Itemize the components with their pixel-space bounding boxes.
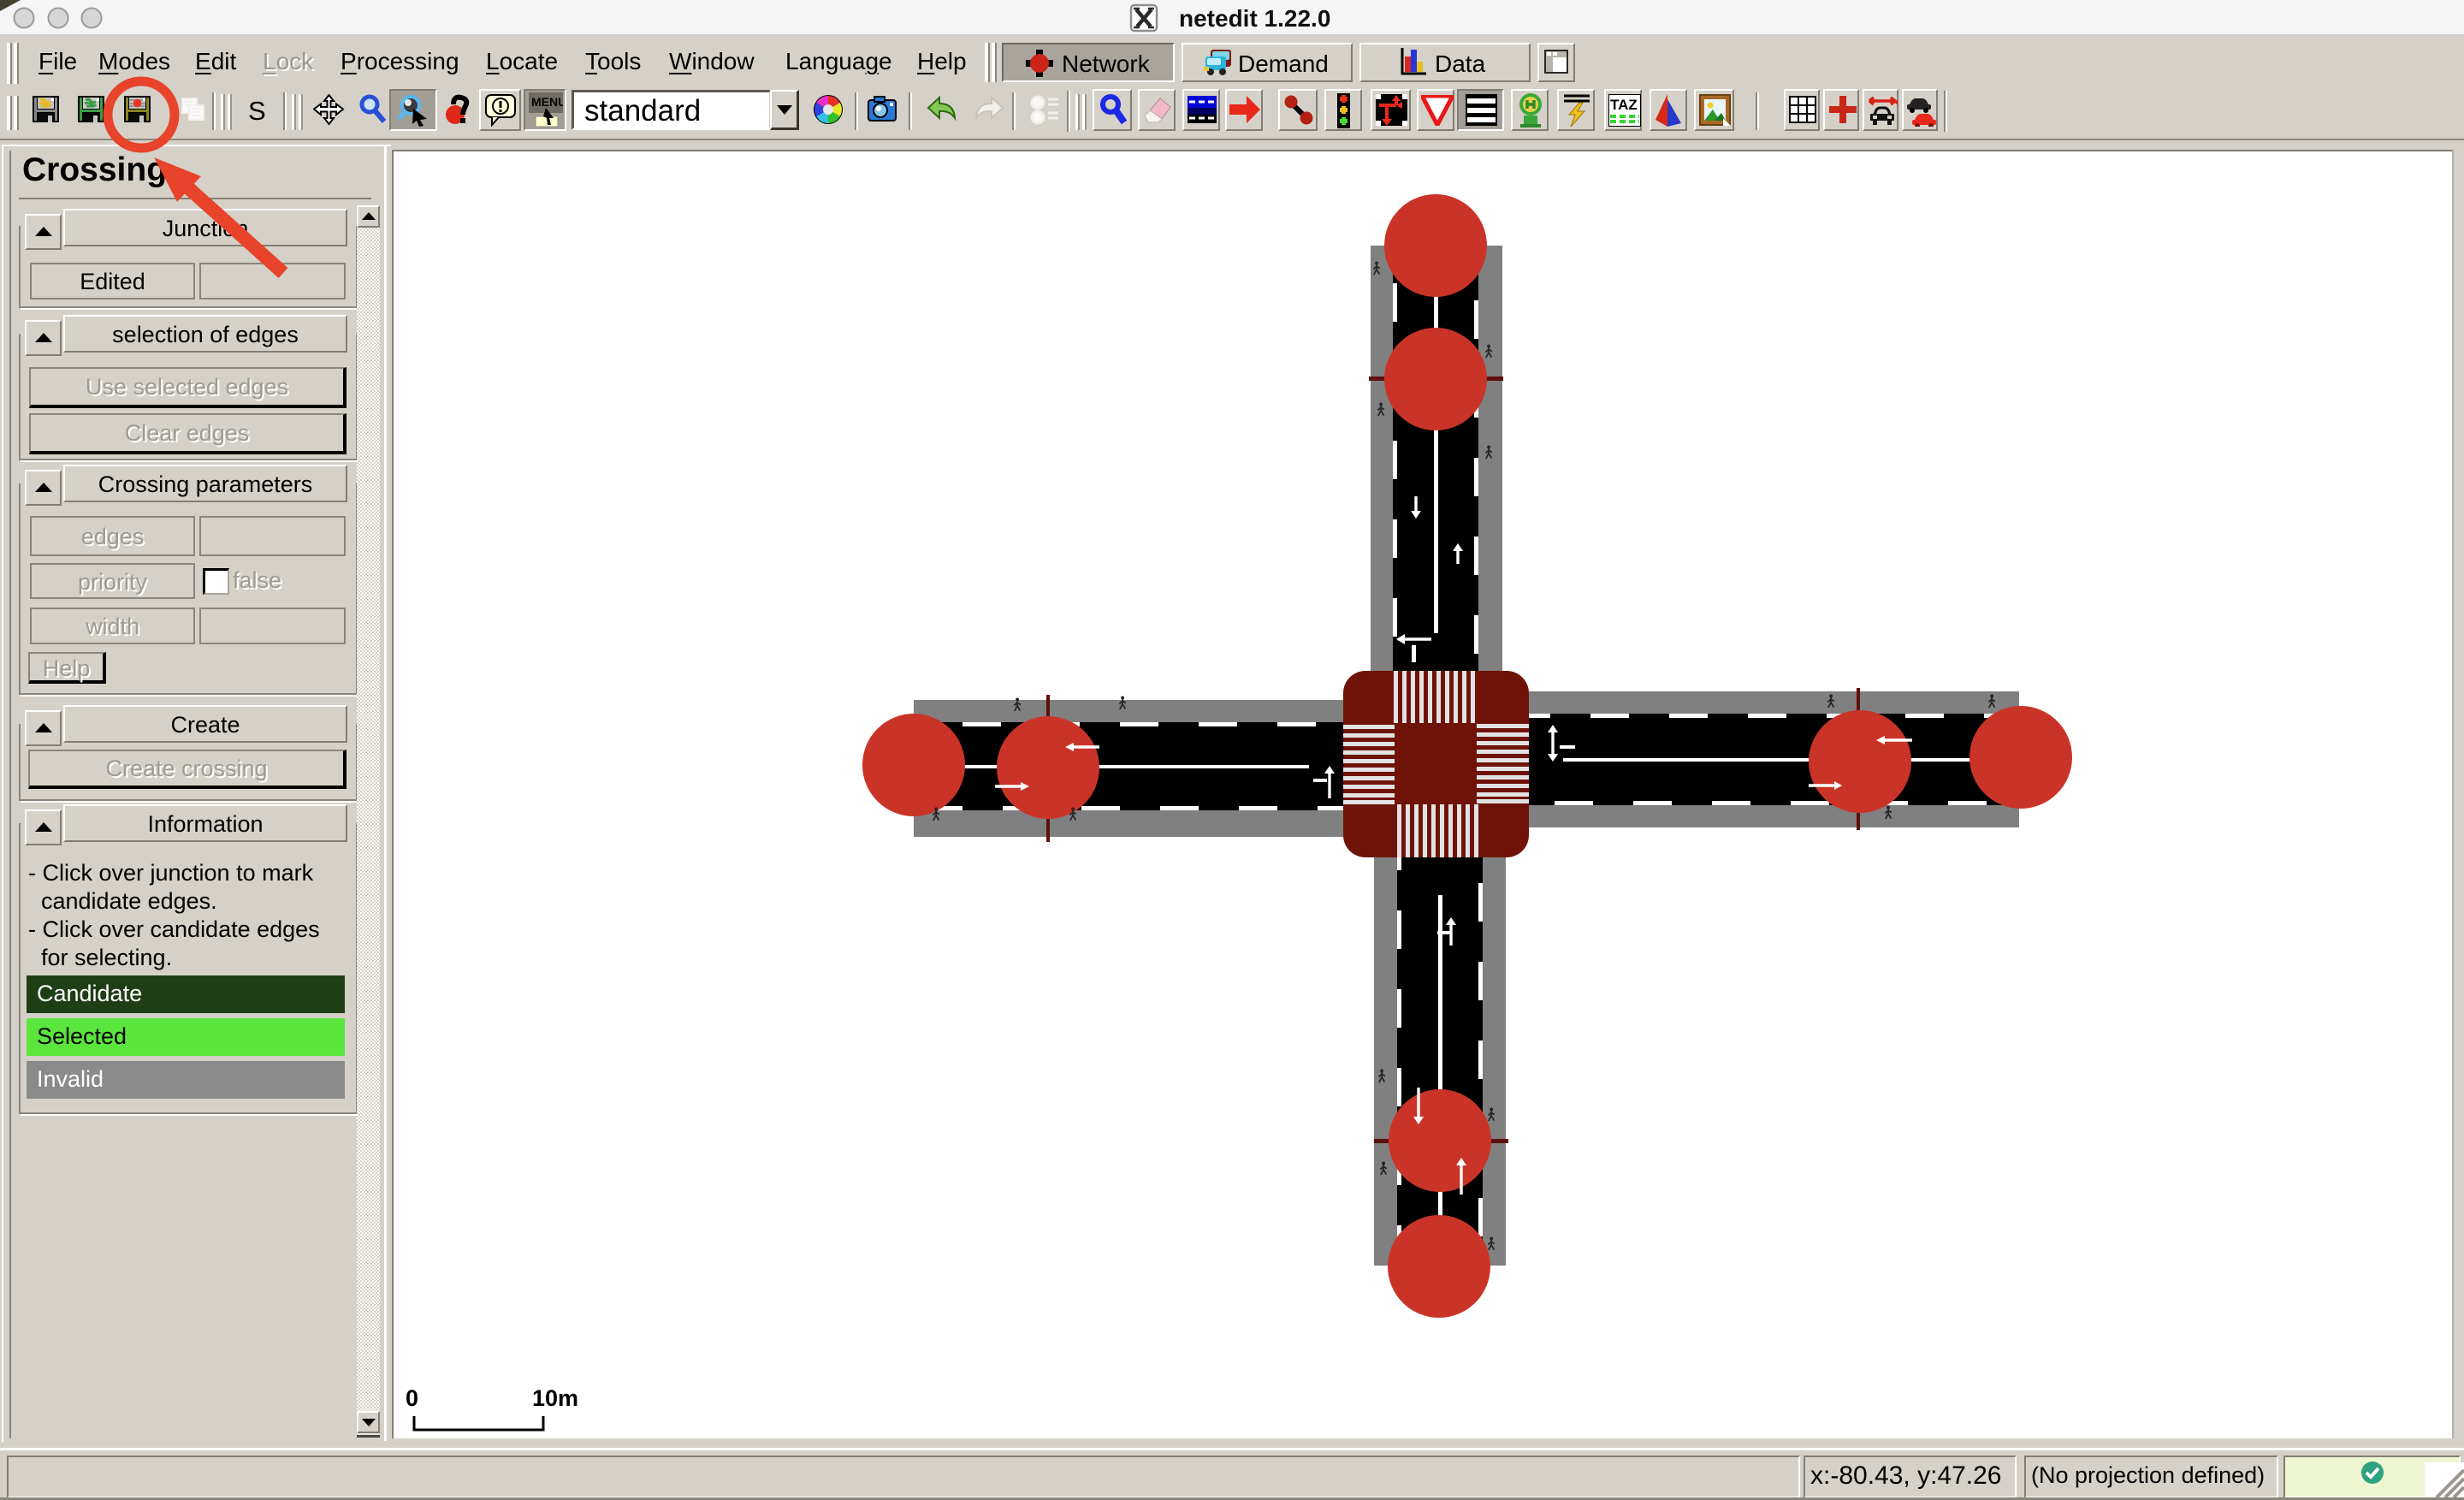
svg-text:10m: 10m [532, 1385, 578, 1411]
svg-text:MENU: MENU [531, 95, 563, 109]
svg-text:TAZ: TAZ [1610, 97, 1638, 113]
svg-text:0: 0 [406, 1385, 418, 1411]
